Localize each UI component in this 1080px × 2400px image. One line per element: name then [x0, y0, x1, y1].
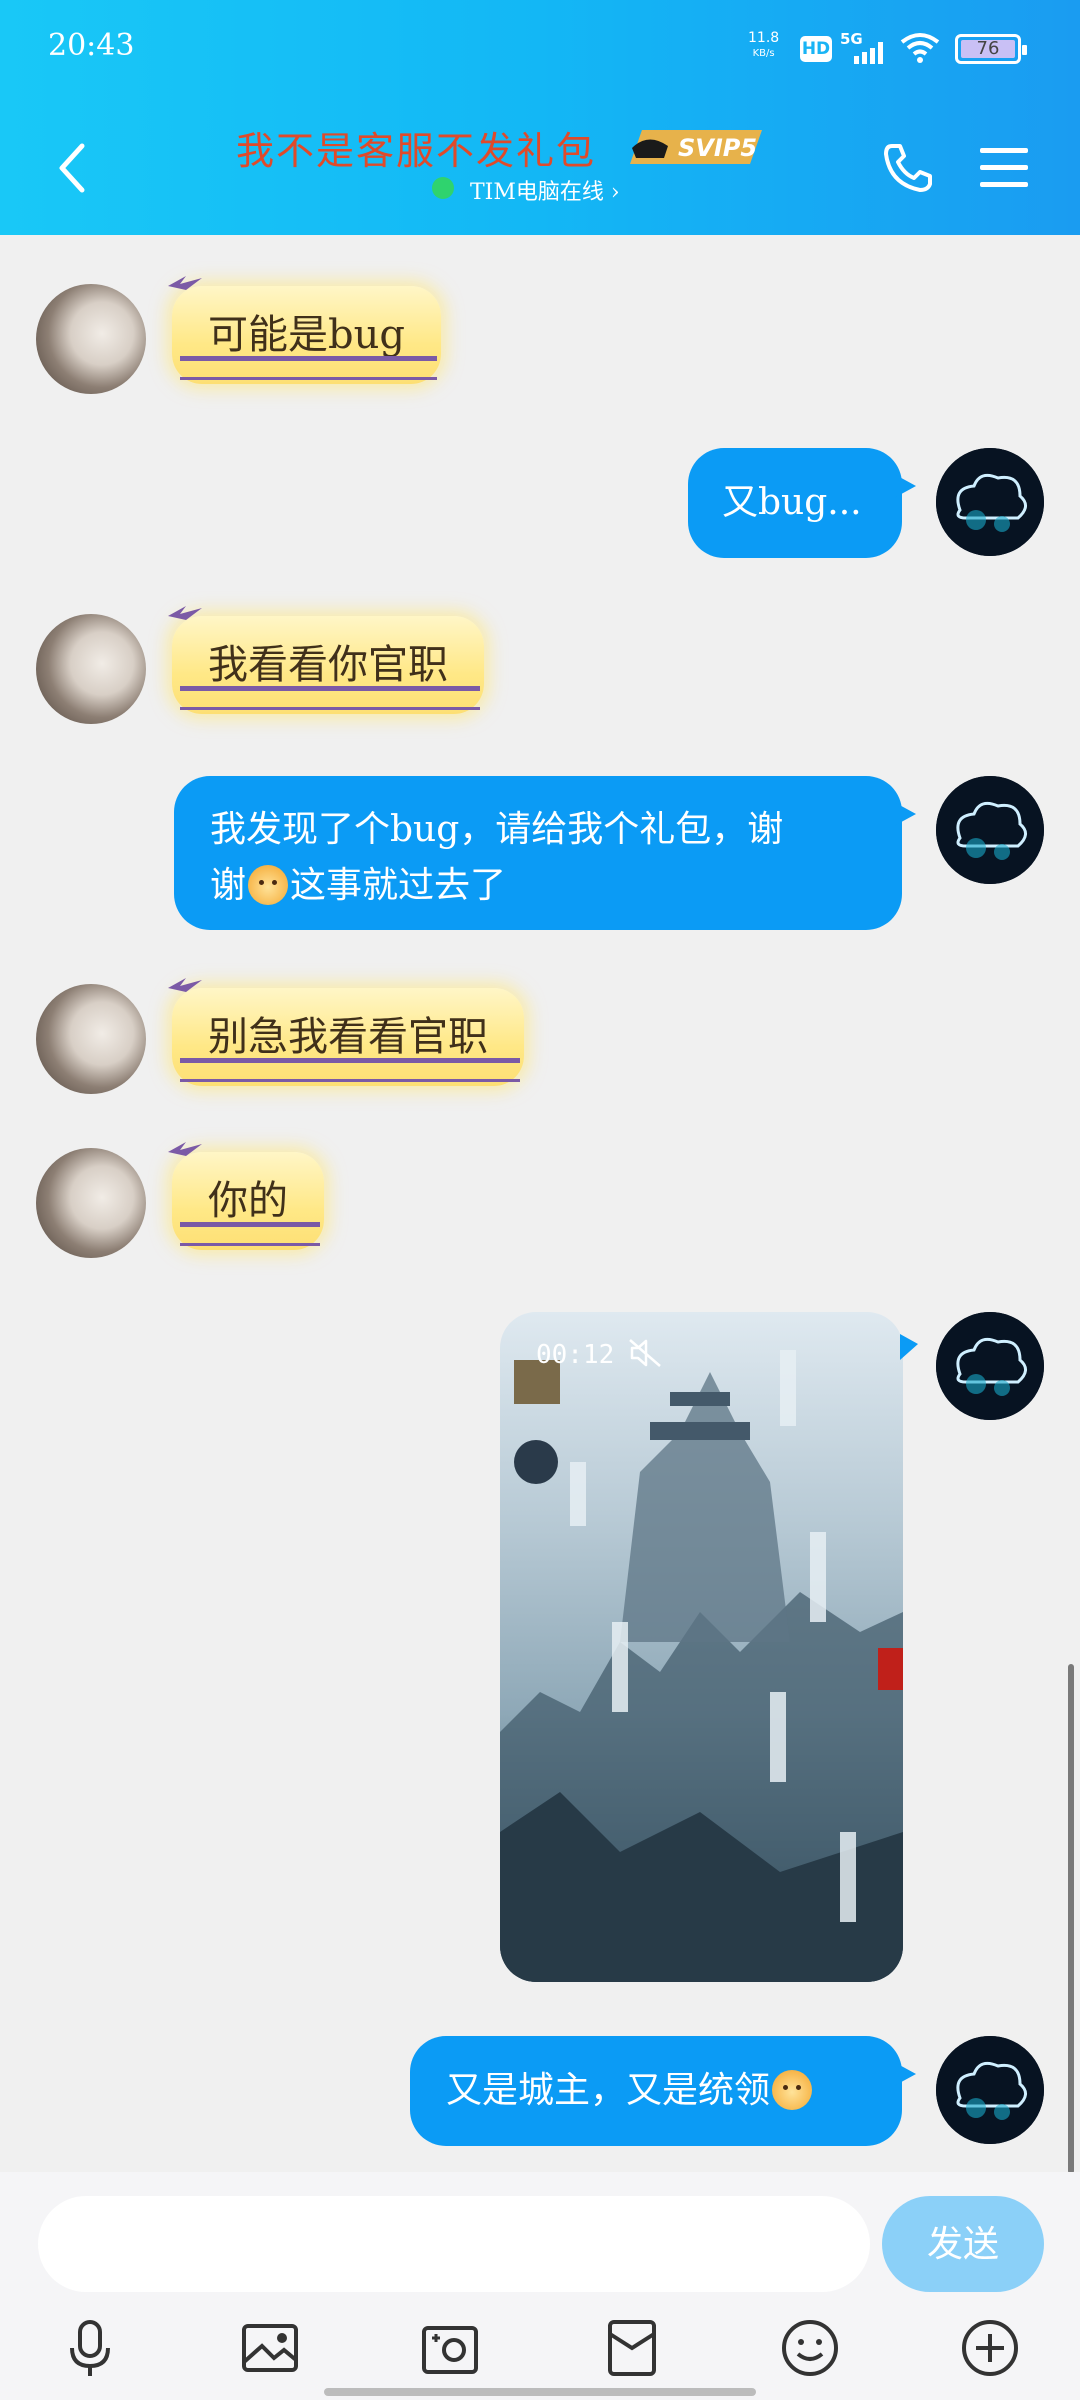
online-status-text[interactable]: TIM电脑在线 › — [470, 174, 620, 206]
my-avatar[interactable] — [936, 448, 1044, 556]
chevron-right-icon: › — [610, 180, 620, 205]
my-avatar[interactable] — [936, 1312, 1044, 1420]
svip-badge[interactable]: SVIP5 — [628, 128, 762, 166]
phone-call-button[interactable] — [880, 140, 936, 196]
status-bar: 20:43 11.8 KB/s HD 5G 76 — [0, 0, 1080, 100]
signal-5g-icon: 5G — [840, 30, 883, 64]
clock: 20:43 — [48, 28, 135, 63]
video-duration: 00:12 — [536, 1340, 615, 1370]
video-bubble-tail — [900, 1334, 918, 1360]
mute-icon[interactable] — [628, 1338, 664, 1368]
doge-emoji-icon — [772, 2070, 813, 2110]
input-bar: 发送 — [0, 2172, 1080, 2400]
message-bubble-received[interactable]: 我看看你官职 — [168, 606, 484, 714]
contact-avatar[interactable] — [36, 284, 146, 394]
contact-avatar[interactable] — [36, 614, 146, 724]
hd-icon: HD — [800, 36, 832, 62]
scrollbar[interactable] — [1068, 1664, 1074, 2174]
svg-text:5G: 5G — [840, 30, 863, 48]
message-bubble-received[interactable]: 可能是bug — [168, 276, 441, 384]
svg-text:SVIP5: SVIP5 — [678, 134, 757, 162]
menu-button[interactable] — [978, 146, 1030, 190]
doge-emoji-icon — [248, 865, 289, 905]
send-button[interactable]: 发送 — [882, 2196, 1044, 2292]
bird-decoration-icon — [168, 978, 202, 992]
message-bubble-received[interactable]: 别急我看看官职 — [168, 978, 524, 1086]
message-input[interactable] — [38, 2196, 870, 2292]
emoji-icon[interactable] — [778, 2316, 842, 2380]
bird-decoration-icon — [168, 276, 202, 290]
bird-decoration-icon — [168, 1142, 202, 1156]
camera-icon[interactable] — [418, 2316, 482, 2380]
my-avatar[interactable] — [936, 2036, 1044, 2144]
message-bubble-sent[interactable]: 又是城主，又是统领 — [410, 2036, 916, 2146]
video-message[interactable]: 00:12 — [500, 1312, 903, 1982]
red-packet-icon[interactable] — [600, 2316, 664, 2380]
wifi-icon — [900, 33, 940, 63]
video-thumbnail — [500, 1350, 903, 1982]
message-bubble-sent[interactable]: 我发现了个bug，请给我个礼包，谢 谢这事就过去了 — [174, 776, 916, 930]
contact-avatar[interactable] — [36, 1148, 146, 1258]
back-button[interactable] — [50, 138, 94, 198]
my-avatar[interactable] — [936, 776, 1044, 884]
plus-icon[interactable] — [958, 2316, 1022, 2380]
home-indicator[interactable] — [324, 2388, 756, 2396]
contact-avatar[interactable] — [36, 984, 146, 1094]
chat-header: 20:43 11.8 KB/s HD 5G 76 我不是客服不发礼包 SVIP5… — [0, 0, 1080, 235]
message-bubble-received[interactable]: 你的 — [168, 1142, 324, 1250]
mic-icon[interactable] — [58, 2316, 122, 2380]
image-icon[interactable] — [238, 2316, 302, 2380]
battery-icon: 76 — [955, 34, 1027, 64]
bird-decoration-icon — [168, 606, 202, 620]
online-status-dot — [432, 177, 454, 199]
chat-title[interactable]: 我不是客服不发礼包 — [236, 120, 596, 175]
message-bubble-sent[interactable]: 又bug... — [688, 448, 916, 558]
network-speed: 11.8 KB/s — [748, 30, 780, 59]
